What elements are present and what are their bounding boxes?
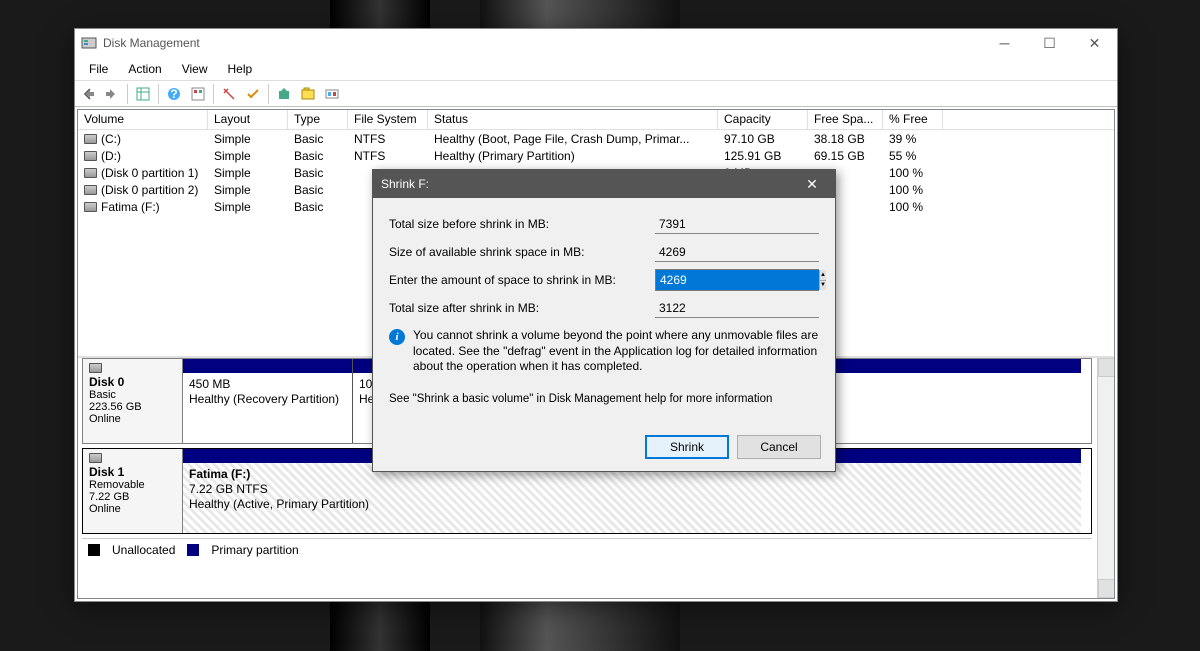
minimize-button[interactable]: ─ <box>982 29 1027 57</box>
dialog-titlebar: Shrink F: ✕ <box>373 170 835 198</box>
disk-icon <box>89 453 102 463</box>
disk-icon <box>84 185 97 195</box>
col-capacity[interactable]: Capacity <box>718 110 808 129</box>
col-layout[interactable]: Layout <box>208 110 288 129</box>
disk-icon <box>84 202 97 212</box>
disk-icon <box>84 134 97 144</box>
total-after-label: Total size after shrink in MB: <box>389 301 655 315</box>
toolbar-icon-3[interactable] <box>218 83 240 105</box>
spin-up-icon[interactable]: ▲ <box>820 270 826 281</box>
close-button[interactable]: ✕ <box>1072 29 1117 57</box>
legend-primary-label: Primary partition <box>211 543 298 557</box>
info-icon: i <box>389 329 405 345</box>
menubar: File Action View Help <box>75 57 1117 81</box>
toolbar-icon-5[interactable] <box>273 83 295 105</box>
help-icon[interactable]: ? <box>163 83 185 105</box>
volume-row[interactable]: (D:) Simple Basic NTFS Healthy (Primary … <box>78 147 1114 164</box>
col-filesystem[interactable]: File System <box>348 110 428 129</box>
available-label: Size of available shrink space in MB: <box>389 245 655 259</box>
spin-down-icon[interactable]: ▼ <box>820 281 826 291</box>
amount-spinner[interactable]: ▲▼ <box>819 270 826 290</box>
svg-text:?: ? <box>170 87 177 101</box>
app-icon <box>81 35 97 51</box>
col-pctfree[interactable]: % Free <box>883 110 943 129</box>
disk-icon <box>84 168 97 178</box>
amount-input[interactable] <box>656 270 819 290</box>
col-status[interactable]: Status <box>428 110 718 129</box>
shrink-dialog: Shrink F: ✕ Total size before shrink in … <box>372 169 836 472</box>
disk-icon <box>89 363 102 373</box>
toolbar-icon-6[interactable] <box>297 83 319 105</box>
total-before-label: Total size before shrink in MB: <box>389 217 655 231</box>
cancel-button[interactable]: Cancel <box>737 435 821 459</box>
menu-file[interactable]: File <box>79 59 118 79</box>
toolbar-icon-2[interactable] <box>187 83 209 105</box>
available-field <box>655 242 819 262</box>
menu-action[interactable]: Action <box>118 59 171 79</box>
back-button[interactable] <box>77 83 99 105</box>
menu-view[interactable]: View <box>172 59 218 79</box>
disk-icon <box>84 151 97 161</box>
menu-help[interactable]: Help <box>218 59 263 79</box>
dialog-title: Shrink F: <box>381 177 797 191</box>
partition[interactable]: 450 MBHealthy (Recovery Partition) <box>183 359 353 443</box>
legend-unallocated-label: Unallocated <box>112 543 175 557</box>
volume-header: Volume Layout Type File System Status Ca… <box>78 110 1114 130</box>
col-freespace[interactable]: Free Spa... <box>808 110 883 129</box>
total-after-field <box>655 298 819 318</box>
forward-button[interactable] <box>101 83 123 105</box>
amount-label: Enter the amount of space to shrink in M… <box>389 273 655 287</box>
titlebar: Disk Management ─ ☐ ✕ <box>75 29 1117 57</box>
scrollbar[interactable] <box>1097 358 1114 598</box>
info-text: You cannot shrink a volume beyond the po… <box>413 328 819 375</box>
toolbar: ? <box>75 81 1117 107</box>
toolbar-icon-4[interactable] <box>242 83 264 105</box>
window-title: Disk Management <box>103 36 982 50</box>
maximize-button[interactable]: ☐ <box>1027 29 1072 57</box>
toolbar-icon-7[interactable] <box>321 83 343 105</box>
col-volume[interactable]: Volume <box>78 110 208 129</box>
col-type[interactable]: Type <box>288 110 348 129</box>
legend-unallocated-swatch <box>88 544 100 556</box>
volume-row[interactable]: (C:) Simple Basic NTFS Healthy (Boot, Pa… <box>78 130 1114 147</box>
legend-primary-swatch <box>187 544 199 556</box>
shrink-button[interactable]: Shrink <box>645 435 729 459</box>
total-before-field <box>655 214 819 234</box>
help-text: See "Shrink a basic volume" in Disk Mana… <box>389 393 819 405</box>
legend: Unallocated Primary partition <box>82 538 1092 560</box>
toolbar-icon-1[interactable] <box>132 83 154 105</box>
dialog-close-button[interactable]: ✕ <box>797 173 827 195</box>
